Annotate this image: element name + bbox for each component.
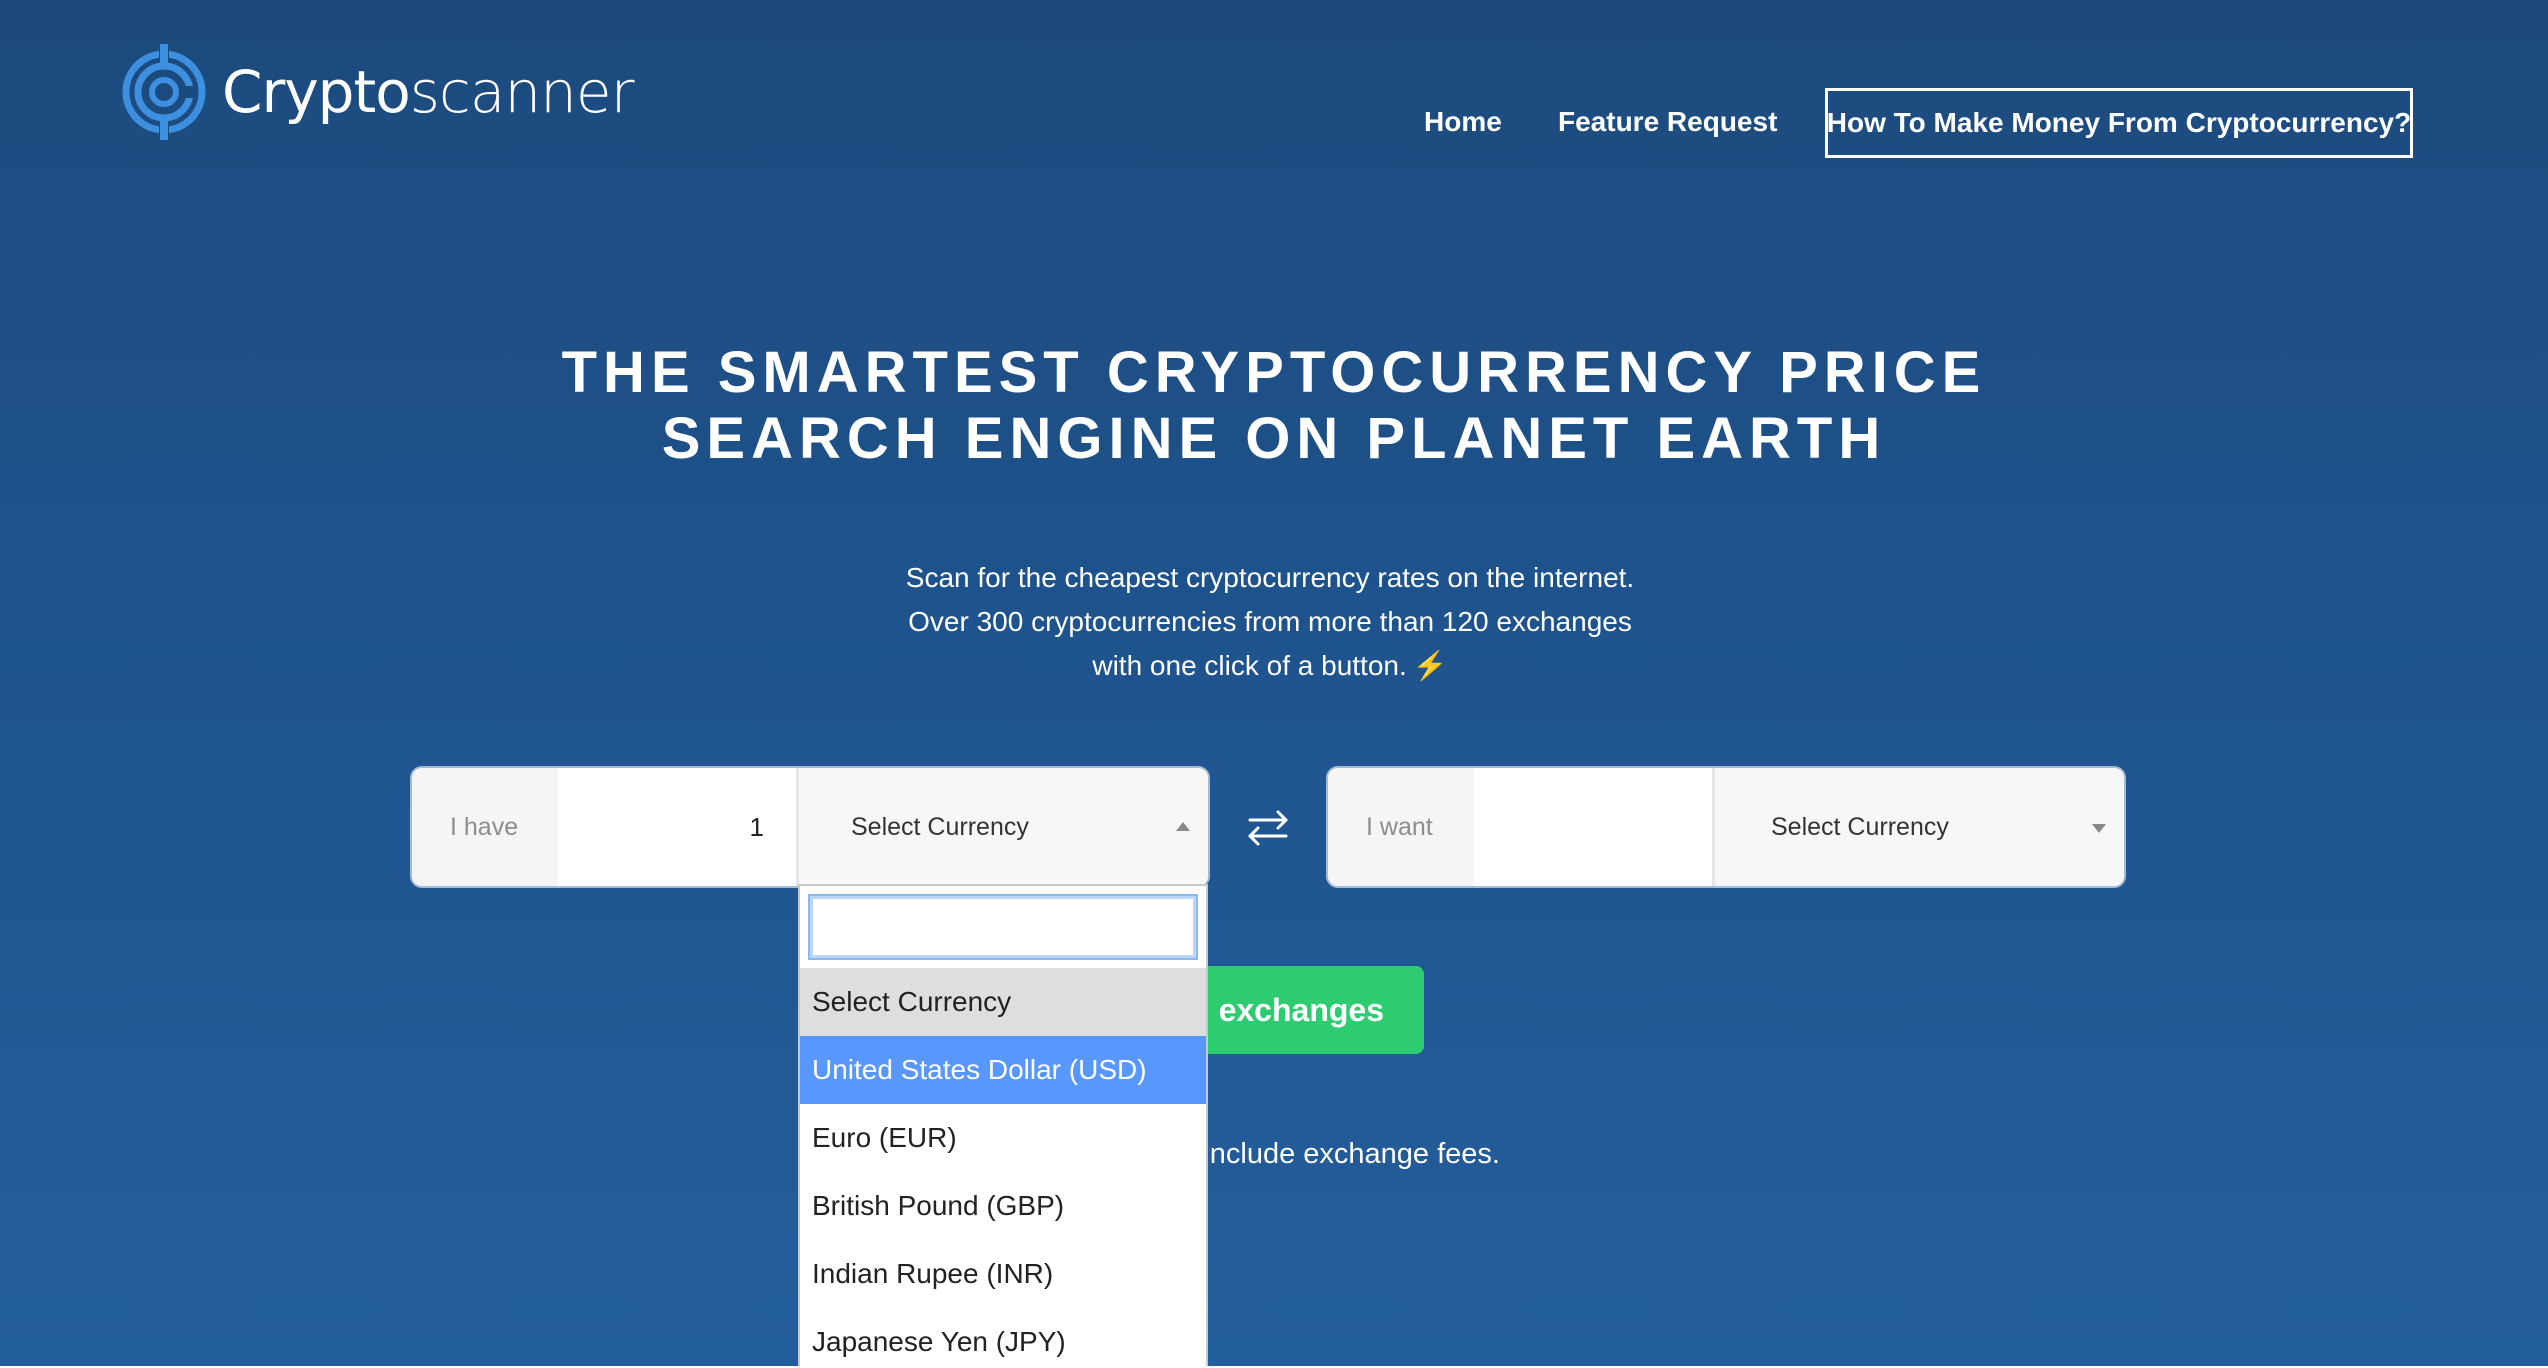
currency-option[interactable]: Japanese Yen (JPY) (800, 1308, 1206, 1366)
scan-button-label: n exchanges (1190, 991, 1384, 1028)
lightning-icon: ⚡ (1412, 650, 1448, 681)
have-amount-input[interactable] (558, 768, 796, 886)
hero-title: THE SMARTEST CRYPTOCURRENCY PRICE SEARCH… (0, 340, 2548, 472)
caret-up-icon (1176, 822, 1190, 831)
chevron-down-icon (2092, 824, 2106, 833)
hero-title-line-1: THE SMARTEST CRYPTOCURRENCY PRICE (561, 340, 1987, 405)
currency-search-input[interactable] (808, 894, 1198, 960)
hero-subtitle: Scan for the cheapest cryptocurrency rat… (890, 556, 1650, 688)
currency-option[interactable]: Select Currency (800, 968, 1206, 1036)
have-currency-selected-label: Select Currency (851, 812, 1029, 841)
logo-icon (122, 44, 206, 140)
hero-title-line-2: SEARCH ENGINE ON PLANET EARTH (661, 406, 1887, 471)
logo-text-bold: Crypto (222, 58, 411, 126)
currency-option[interactable]: United States Dollar (USD) (800, 1036, 1206, 1104)
currency-dropdown: Select Currency United States Dollar (US… (798, 884, 1208, 1368)
want-currency-selected-label: Select Currency (1771, 812, 1949, 841)
logo-wordmark: Cryptoscanner (222, 63, 634, 121)
have-currency-select[interactable]: Select Currency (796, 768, 1208, 886)
logo-text-light: scanner (409, 58, 635, 126)
currency-option[interactable]: British Pound (GBP) (800, 1172, 1206, 1240)
swap-arrows-icon[interactable] (1240, 800, 1296, 856)
nav-feature-request-link[interactable]: Feature Request (1558, 106, 1777, 138)
logo[interactable]: Cryptoscanner (118, 44, 634, 140)
want-currency-group: I want Select Currency (1328, 768, 2124, 886)
have-label: I have (412, 768, 558, 886)
nav-home-link[interactable]: Home (1424, 106, 1502, 138)
have-currency-group: I have Select Currency (412, 768, 1208, 886)
want-label: I want (1328, 768, 1474, 886)
currency-options-list: Select Currency United States Dollar (US… (800, 968, 1206, 1366)
nav-make-money-button[interactable]: How To Make Money From Cryptocurrency? (1825, 88, 2413, 158)
want-amount-input[interactable] (1474, 768, 1712, 886)
currency-option[interactable]: Euro (EUR) (800, 1104, 1206, 1172)
currency-option[interactable]: Indian Rupee (INR) (800, 1240, 1206, 1308)
want-currency-select[interactable]: Select Currency (1712, 768, 2124, 886)
hero-subtitle-text: Scan for the cheapest cryptocurrency rat… (905, 562, 1635, 681)
